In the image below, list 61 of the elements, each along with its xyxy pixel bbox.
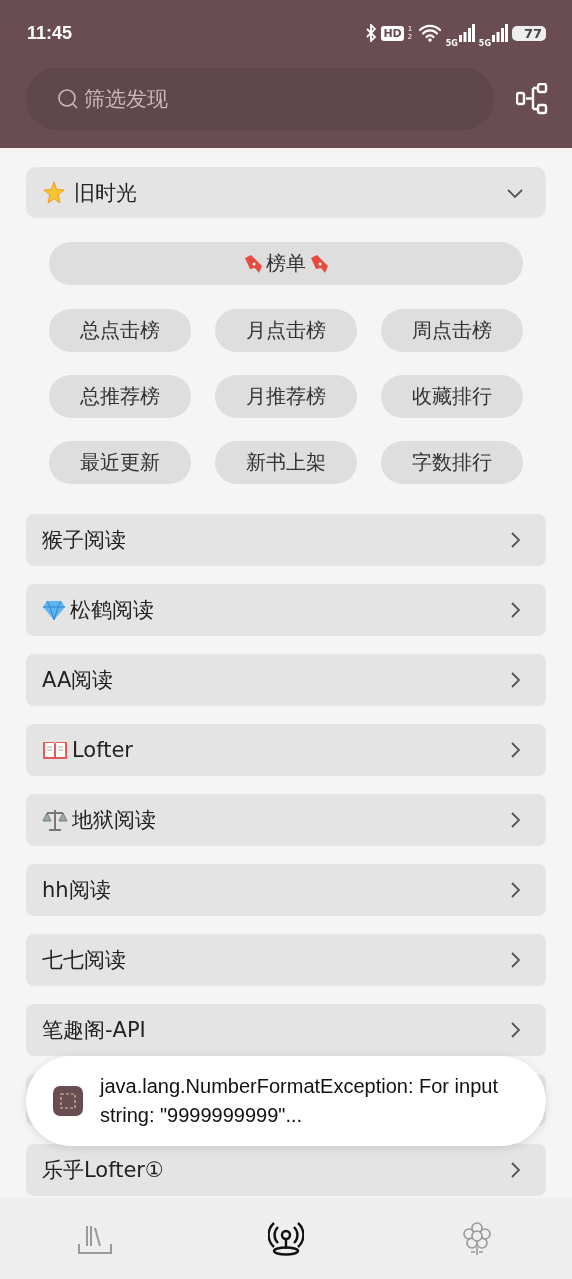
ranking-chip[interactable]: 最近更新	[49, 441, 191, 484]
chevron-right-icon	[510, 951, 522, 969]
ranking-chip[interactable]: 周点击榜	[381, 309, 523, 352]
chevron-right-icon	[510, 1161, 522, 1179]
source-row[interactable]: 笔趣阁-API	[26, 1004, 546, 1056]
network-label: 5G	[445, 38, 458, 48]
battery-indicator: 77	[512, 25, 546, 41]
source-row[interactable]: 地狱阅读	[26, 794, 546, 846]
signal-icon	[458, 24, 475, 42]
source-row[interactable]: hh阅读	[26, 864, 546, 916]
chevron-right-icon	[510, 1021, 522, 1039]
source-row[interactable]: 乐乎Lofter①	[26, 1144, 546, 1196]
source-label: 地狱阅读	[72, 807, 157, 834]
network-label: 5G	[478, 38, 491, 48]
signal-icon	[492, 24, 508, 42]
structure-icon[interactable]	[516, 83, 548, 115]
source-row[interactable]: 七七阅读	[26, 934, 546, 986]
book-icon	[42, 739, 68, 761]
source-label: 乐乎Lofter①	[42, 1157, 165, 1184]
ranking-chip[interactable]: 月点击榜	[215, 309, 357, 352]
gem-icon	[42, 599, 66, 621]
hd-badge: HD	[381, 25, 404, 41]
source-row[interactable]: 松鹤阅读	[26, 584, 546, 636]
chevron-right-icon	[510, 671, 522, 689]
group-title: 旧时光	[74, 179, 138, 207]
ranking-chip[interactable]: 字数排行	[381, 441, 523, 484]
ranking-chip[interactable]: 榜单	[49, 242, 523, 285]
search-icon	[56, 87, 80, 111]
wifi-icon	[417, 24, 442, 42]
source-row[interactable]: AA阅读	[26, 654, 546, 706]
search-input[interactable]: 筛选发现	[82, 86, 386, 112]
source-row[interactable]: 猴子阅读	[26, 514, 546, 566]
ranking-chip[interactable]: 月推荐榜	[215, 375, 357, 418]
chevron-right-icon	[510, 811, 522, 829]
group-header[interactable]: 旧时光	[26, 167, 546, 218]
ranking-chip[interactable]: 总推荐榜	[49, 375, 191, 418]
source-label: 七七阅读	[42, 947, 127, 974]
discover-tab[interactable]	[267, 1220, 305, 1257]
chevron-right-icon	[510, 741, 522, 759]
status-time: 11:45	[27, 22, 73, 44]
source-row[interactable]: Lofter	[26, 724, 546, 776]
source-label: 猴子阅读	[42, 527, 127, 554]
chevron-right-icon	[510, 601, 522, 619]
source-label: 松鹤阅读	[70, 597, 155, 624]
bookmark-icon	[242, 252, 264, 275]
app-icon	[53, 1086, 83, 1116]
star-icon	[42, 180, 66, 205]
chevron-right-icon	[510, 531, 522, 549]
chevron-right-icon	[510, 881, 522, 899]
bookmark-icon	[308, 252, 330, 275]
source-label: Lofter	[72, 738, 134, 762]
source-label: 笔趣阁-API	[42, 1017, 147, 1044]
source-label: hh阅读	[42, 877, 112, 904]
toast-message: java.lang.NumberFormatException: For input string: "9999999999"...	[100, 1074, 499, 1128]
bluetooth-icon	[365, 24, 378, 42]
search-field[interactable]: 筛选发现	[26, 68, 494, 130]
source-label: AA阅读	[42, 667, 115, 694]
ranking-chip[interactable]: 新书上架	[215, 441, 357, 484]
ranking-chip[interactable]: 收藏排行	[381, 375, 523, 418]
scale-icon	[42, 808, 68, 832]
ranking-chip[interactable]: 总点击榜	[49, 309, 191, 352]
